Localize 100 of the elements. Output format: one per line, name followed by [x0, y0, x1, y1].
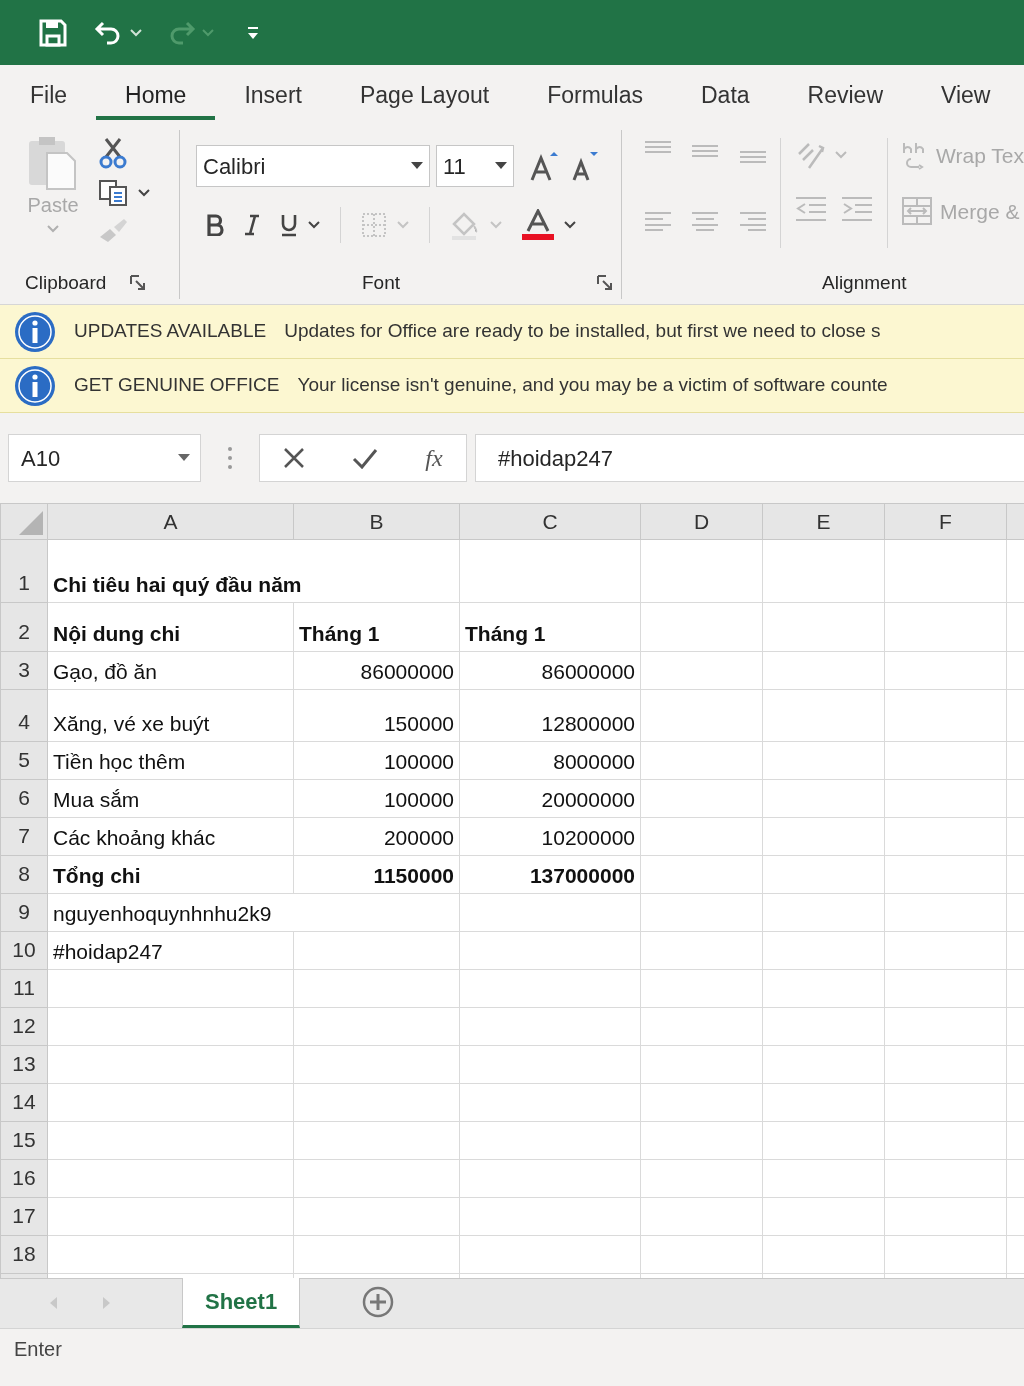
ribbon-tab[interactable]: View — [912, 69, 1020, 121]
row-header[interactable]: 2 — [0, 602, 48, 652]
bold-icon[interactable] — [206, 214, 224, 236]
italic-icon[interactable] — [244, 214, 260, 236]
group-label: Font — [362, 270, 401, 295]
table-cell-text: Nội dung chi — [52, 621, 182, 647]
save-icon[interactable] — [38, 17, 68, 48]
select-all-button[interactable] — [0, 503, 48, 540]
column-header[interactable]: F — [884, 503, 1007, 540]
dialog-launcher-icon[interactable] — [130, 275, 147, 291]
table-cell-text: #hoidap247 — [52, 939, 164, 965]
grip-icon[interactable] — [227, 446, 233, 470]
row-header[interactable]: 17 — [0, 1197, 48, 1236]
table-cell-text: 1150000 — [372, 863, 455, 889]
align-bottom-icon[interactable] — [738, 150, 767, 164]
name-box[interactable]: A10 — [8, 434, 201, 482]
table-cell-text: Xăng, vé xe buýt — [52, 711, 211, 737]
table-cell-text: 100000 — [382, 749, 455, 775]
scissors-icon[interactable] — [98, 137, 128, 169]
borders-icon[interactable] — [361, 212, 387, 238]
table-cell-text: Gạo, đồ ăn — [52, 659, 158, 685]
info-icon — [14, 364, 56, 407]
close-icon[interactable] — [283, 447, 306, 469]
table-cell-text: Tháng 1 — [464, 621, 547, 647]
row-header[interactable]: 8 — [0, 855, 48, 894]
caret-icon[interactable] — [308, 221, 320, 229]
caret-icon[interactable] — [138, 189, 150, 197]
increase-indent-icon[interactable] — [841, 196, 874, 222]
fill-bucket-icon[interactable] — [450, 210, 480, 240]
table-cell-text: Chi tiêu hai quý đầu năm — [52, 572, 303, 598]
row-header[interactable]: 15 — [0, 1121, 48, 1160]
row-header[interactable]: 9 — [0, 893, 48, 932]
row-header[interactable]: 4 — [0, 689, 48, 742]
row-header[interactable]: 3 — [0, 651, 48, 690]
row-header[interactable]: 12 — [0, 1007, 48, 1046]
table-cell-text: 150000 — [382, 711, 455, 737]
copy-icon[interactable] — [98, 179, 128, 207]
table-cell-text: 86000000 — [359, 659, 455, 685]
table-cell-text: Các khoảng khác — [52, 825, 217, 851]
group-label: Clipboard — [25, 270, 107, 295]
table-cell-text: 200000 — [382, 825, 455, 851]
formula-field[interactable]: #hoidap247 — [475, 434, 1024, 482]
font-color-icon[interactable] — [522, 209, 554, 241]
align-top-icon[interactable] — [644, 140, 672, 154]
row-header[interactable]: 16 — [0, 1159, 48, 1198]
ribbon-tab[interactable]: Review — [778, 69, 912, 121]
row-header[interactable]: 18 — [0, 1235, 48, 1274]
grow-font-icon[interactable] — [530, 150, 560, 182]
info-icon — [14, 310, 56, 353]
row-header[interactable]: 11 — [0, 969, 48, 1008]
row-header[interactable]: 5 — [0, 741, 48, 780]
table-cell-text: Tổng chi — [52, 863, 142, 889]
column-header[interactable]: D — [640, 503, 763, 540]
row-header[interactable]: 10 — [0, 931, 48, 970]
caret-icon — [178, 454, 190, 462]
align-center-icon[interactable] — [691, 211, 720, 231]
ribbon-tab[interactable]: Page Layout — [330, 69, 519, 121]
ribbon-tab[interactable]: Data — [672, 69, 779, 121]
font-size-field[interactable]: 11 — [436, 145, 514, 187]
column-header[interactable]: A — [47, 503, 294, 540]
caret-icon[interactable] — [564, 221, 576, 229]
scroll-left-icon[interactable] — [48, 1296, 58, 1310]
row-header[interactable]: 1 — [0, 539, 48, 603]
column-header[interactable]: E — [762, 503, 885, 540]
row-header[interactable]: 13 — [0, 1045, 48, 1084]
add-sheet-icon[interactable] — [362, 1286, 395, 1318]
decrease-indent-icon[interactable] — [795, 196, 828, 222]
table-cell-text: 10200000 — [540, 825, 636, 851]
table-cell-text: 12800000 — [540, 711, 636, 737]
table-cell-text: Tiền học thêm — [52, 749, 187, 775]
table-cell-text: Tháng 1 — [298, 621, 381, 647]
shrink-font-icon[interactable] — [572, 150, 600, 182]
check-icon[interactable] — [352, 447, 379, 469]
table-cell-text: nguyenhoquynhnhu2k9 — [52, 901, 273, 927]
row-header[interactable]: 6 — [0, 779, 48, 818]
merge-icon — [902, 197, 933, 226]
align-left-icon[interactable] — [644, 211, 672, 231]
caret-icon — [47, 225, 59, 233]
row-header[interactable]: 14 — [0, 1083, 48, 1122]
brush-icon[interactable] — [98, 217, 128, 243]
ribbon-tab[interactable]: File — [30, 69, 97, 121]
caret-icon — [495, 162, 507, 170]
align-right-icon[interactable] — [738, 211, 767, 231]
dialog-launcher-icon[interactable] — [597, 275, 613, 291]
sheet-tab[interactable]: Sheet1 — [182, 1278, 301, 1328]
table-cell-text: 137000000 — [528, 863, 636, 889]
ribbon-tab[interactable]: Insert — [215, 69, 331, 121]
insert-function-button[interactable]: fx — [425, 440, 443, 476]
column-header[interactable]: B — [293, 503, 460, 540]
row-header[interactable]: 7 — [0, 817, 48, 856]
ribbon-tab[interactable]: Formulas — [518, 69, 672, 121]
underline-icon[interactable] — [280, 213, 298, 237]
table-cell-text: 86000000 — [540, 659, 636, 685]
scroll-right-icon[interactable] — [102, 1296, 112, 1310]
font-name-field[interactable]: Calibri — [196, 145, 430, 187]
customize-icon[interactable] — [246, 24, 260, 41]
message-title: GET GENUINE OFFICE — [74, 373, 280, 398]
column-header[interactable]: C — [459, 503, 641, 540]
ribbon-tab[interactable]: Home — [96, 69, 216, 121]
align-middle-icon[interactable] — [691, 144, 720, 158]
